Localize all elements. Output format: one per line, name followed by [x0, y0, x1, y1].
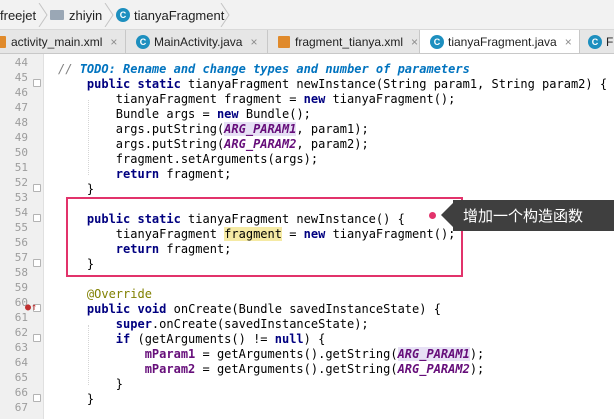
- tab-tianyafragment-java[interactable]: C tianyaFragment.java ×: [420, 30, 580, 53]
- code-line: return fragment;: [115, 167, 232, 181]
- line-number: 57: [14, 251, 28, 264]
- code-line: fragment.setArguments(args);: [58, 152, 319, 166]
- breadcrumb-item-zhiyin[interactable]: zhiyin: [50, 0, 102, 30]
- line-number: 51: [14, 161, 28, 174]
- code-line: }: [58, 377, 124, 391]
- tab-fr[interactable]: C Fr: [580, 30, 614, 53]
- tab-fragment-tianya-xml[interactable]: fragment_tianya.xml ×: [268, 30, 420, 53]
- fold-icon[interactable]: [33, 394, 41, 402]
- code-line: Bundle args = new Bundle();: [58, 107, 311, 121]
- line-number: 65: [14, 371, 28, 384]
- line-number: 62: [14, 326, 28, 339]
- line-number: 59: [14, 281, 28, 294]
- xml-file-icon: [0, 35, 6, 48]
- line-number: 54: [14, 206, 28, 219]
- breadcrumb-separator-icon: [38, 3, 48, 27]
- fold-icon[interactable]: [33, 334, 41, 342]
- line-number: 46: [14, 86, 28, 99]
- fold-icon[interactable]: [33, 259, 41, 267]
- highlight-box: [66, 197, 463, 277]
- code-line: public void onCreate(Bundle savedInstanc…: [86, 302, 441, 316]
- line-number: 52: [14, 176, 28, 189]
- line-number: 67: [14, 401, 28, 414]
- breadcrumb-separator-icon: [220, 3, 230, 27]
- annotation-callout: 增加一个构造函数: [453, 200, 614, 231]
- breadcrumb-item-freejet[interactable]: freejet: [0, 0, 36, 30]
- code-line: public static tianyaFragment newInstance…: [86, 77, 608, 91]
- line-number: 50: [14, 146, 28, 159]
- code-line: tianyaFragment fragment = new tianyaFrag…: [58, 92, 456, 106]
- code-line: super.onCreate(savedInstanceState);: [115, 317, 369, 331]
- line-number: 45: [14, 71, 28, 84]
- code-line: args.putString(ARG_PARAM2, param2);: [58, 137, 369, 151]
- fold-icon[interactable]: [33, 214, 41, 222]
- tab-mainactivity-java[interactable]: C MainActivity.java ×: [126, 30, 268, 53]
- code-line: // TODO: Rename and change types and num…: [58, 62, 470, 76]
- close-icon[interactable]: ×: [411, 35, 418, 49]
- override-marker-icon[interactable]: ●↑: [25, 302, 37, 313]
- code-line: @Override: [86, 287, 152, 301]
- line-number: 49: [14, 131, 28, 144]
- line-number: 61: [14, 311, 28, 324]
- code-line: mParam1 = getArguments().getString(ARG_P…: [144, 347, 485, 361]
- line-number: 56: [14, 236, 28, 249]
- line-number: 63: [14, 341, 28, 354]
- code-line: if (getArguments() != null) {: [115, 332, 326, 346]
- line-number: 44: [14, 56, 28, 69]
- fold-icon[interactable]: [33, 184, 41, 192]
- breadcrumb-item-tianyafragment[interactable]: C tianyaFragment: [116, 0, 224, 30]
- line-number: 60: [14, 296, 28, 309]
- class-icon: C: [116, 8, 130, 22]
- breadcrumb: freejet zhiyin C tianyaFragment: [0, 0, 614, 30]
- code-line: }: [58, 182, 95, 196]
- class-icon: C: [136, 34, 150, 49]
- line-number: 58: [14, 266, 28, 279]
- annotation-dot: [429, 212, 436, 219]
- close-icon[interactable]: ×: [565, 35, 572, 49]
- xml-file-icon: [278, 35, 290, 48]
- tab-activity-main-xml[interactable]: activity_main.xml ×: [0, 30, 126, 53]
- code-line: }: [58, 392, 95, 406]
- fold-icon[interactable]: [33, 79, 41, 87]
- close-icon[interactable]: ×: [250, 35, 257, 49]
- line-number: 55: [14, 221, 28, 234]
- class-icon: C: [588, 34, 602, 49]
- folder-icon: [50, 10, 64, 20]
- line-number: 47: [14, 101, 28, 114]
- editor-tab-bar: activity_main.xml × C MainActivity.java …: [0, 30, 614, 54]
- callout-arrow: [441, 203, 453, 227]
- line-number: 48: [14, 116, 28, 129]
- line-number: 53: [14, 191, 28, 204]
- breadcrumb-separator-icon: [104, 3, 114, 27]
- line-number: 66: [14, 386, 28, 399]
- code-line: mParam2 = getArguments().getString(ARG_P…: [144, 362, 485, 376]
- code-line: args.putString(ARG_PARAM1, param1);: [58, 122, 369, 136]
- close-icon[interactable]: ×: [110, 35, 117, 49]
- class-icon: C: [430, 35, 444, 49]
- line-number: 64: [14, 356, 28, 369]
